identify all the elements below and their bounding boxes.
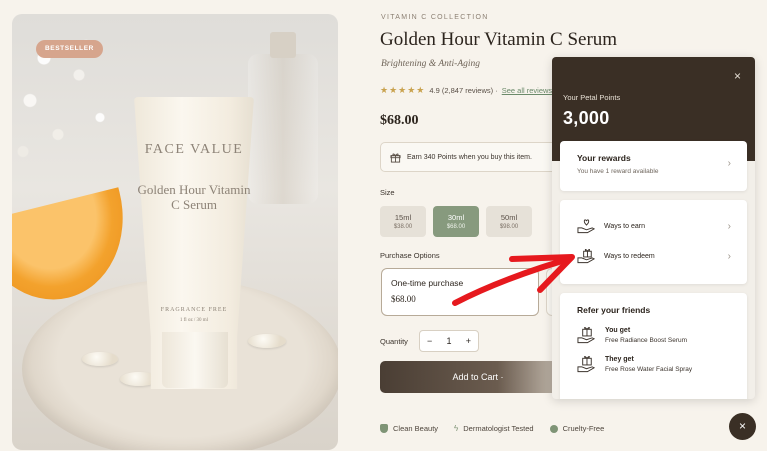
gift-hand-icon bbox=[577, 248, 596, 264]
lightning-icon: ϟ bbox=[454, 424, 459, 433]
heart-hand-icon bbox=[577, 219, 596, 234]
points-label: Your Petal Points bbox=[563, 93, 621, 102]
size-option-price: $98.00 bbox=[499, 224, 519, 230]
size-option-50ml[interactable]: 50ml $98.00 bbox=[486, 206, 532, 237]
one-time-purchase-option[interactable]: One-time purchase $68.00 bbox=[381, 268, 539, 316]
background-bottle bbox=[248, 32, 318, 204]
ways-to-redeem-label: Ways to redeem bbox=[604, 252, 655, 260]
size-option-price: $68.00 bbox=[446, 224, 466, 230]
ways-to-earn-row[interactable]: Ways to earn › bbox=[577, 214, 737, 238]
shield-icon bbox=[380, 424, 388, 433]
feature-dermatologist-tested: ϟ Dermatologist Tested bbox=[454, 424, 534, 433]
rating-text: 4.9 (2,847 reviews) · bbox=[429, 86, 498, 95]
quantity-decrease-button[interactable]: − bbox=[427, 336, 432, 346]
rating-row: ★★★★★ 4.9 (2,847 reviews) · See all revi… bbox=[380, 85, 552, 96]
rewards-title: Your rewards bbox=[577, 153, 631, 163]
purchase-option-price: $68.00 bbox=[391, 294, 416, 304]
rewards-subtitle: You have 1 reward available bbox=[577, 168, 659, 175]
they-get-row: They get Free Rose Water Facial Spray bbox=[577, 355, 730, 373]
purchase-option-title: One-time purchase bbox=[391, 278, 464, 288]
ways-to-earn-label: Ways to earn bbox=[604, 222, 645, 230]
close-icon[interactable]: × bbox=[734, 69, 741, 83]
quantity-value: 1 bbox=[446, 336, 452, 346]
they-get-label: They get bbox=[605, 355, 634, 363]
they-get-value: Free Rose Water Facial Spray bbox=[605, 365, 693, 373]
feature-clean-beauty: Clean Beauty bbox=[380, 424, 438, 433]
serum-tube-cap bbox=[162, 332, 228, 388]
size-option-price: $38.00 bbox=[393, 224, 413, 230]
size-option-15ml[interactable]: 15ml $38.00 bbox=[380, 206, 426, 237]
feature-label: Dermatologist Tested bbox=[463, 424, 534, 433]
purchase-options-label: Purchase Options bbox=[380, 251, 440, 260]
leaf-icon bbox=[549, 424, 558, 433]
feature-list: Clean Beauty ϟ Dermatologist Tested Crue… bbox=[380, 424, 604, 433]
quantity-label: Quantity bbox=[380, 337, 408, 346]
size-option-size: 15ml bbox=[394, 213, 412, 222]
your-rewards-card[interactable]: Your rewards You have 1 reward available… bbox=[560, 141, 747, 191]
collection-label: VITAMIN C COLLECTION bbox=[381, 14, 489, 21]
product-image: FACE VALUE Golden Hour Vitamin C Serum F… bbox=[12, 14, 338, 450]
you-get-label: You get bbox=[605, 326, 631, 334]
tube-size-text: 1 fl oz / 30 ml bbox=[179, 318, 209, 323]
points-value: 3,000 bbox=[563, 108, 610, 128]
feature-label: Clean Beauty bbox=[393, 424, 439, 433]
product-subtitle: Brightening & Anti-Aging bbox=[381, 59, 481, 69]
refer-title: Refer your friends bbox=[577, 305, 651, 315]
gift-icon bbox=[390, 152, 401, 163]
bestseller-badge: BESTSELLER bbox=[36, 40, 103, 58]
chevron-right-icon: › bbox=[727, 158, 731, 169]
refer-friends-card: Refer your friends You get Free Radiance… bbox=[560, 293, 747, 399]
see-all-reviews-link[interactable]: See all reviews bbox=[502, 86, 552, 95]
chevron-right-icon: › bbox=[727, 220, 731, 232]
tube-brand-text: FACE VALUE bbox=[144, 142, 244, 157]
chevron-right-icon: › bbox=[727, 250, 731, 262]
feature-cruelty-free: Cruelty-Free bbox=[549, 424, 605, 433]
rewards-panel: × Your Petal Points 3,000 Your rewards Y… bbox=[552, 57, 755, 399]
product-price: $68.00 bbox=[380, 113, 419, 128]
ways-to-redeem-row[interactable]: Ways to redeem › bbox=[577, 244, 737, 268]
size-option-size: 50ml bbox=[500, 213, 518, 222]
quantity-increase-button[interactable]: + bbox=[466, 336, 471, 346]
feature-label: Cruelty-Free bbox=[562, 424, 605, 433]
size-option-30ml[interactable]: 30ml $68.00 bbox=[433, 206, 479, 237]
close-rewards-launcher-button[interactable]: × bbox=[729, 413, 756, 440]
gift-hand-icon bbox=[577, 356, 596, 373]
star-rating-icon: ★★★★★ bbox=[380, 85, 426, 95]
product-title: Golden Hour Vitamin C Serum bbox=[380, 29, 618, 50]
serum-drop bbox=[248, 334, 286, 348]
tube-fragrance-free-text: FRAGRANCE FREE bbox=[160, 307, 228, 313]
add-to-cart-button[interactable]: Add to Cart · bbox=[380, 361, 576, 393]
gift-hand-icon bbox=[577, 327, 596, 344]
ways-card: Ways to earn › Ways to redeem › bbox=[560, 200, 747, 284]
tube-name-text: Golden Hour Vitamin C Serum bbox=[137, 182, 251, 212]
quantity-stepper[interactable]: − 1 + bbox=[419, 330, 479, 352]
you-get-value: Free Radiance Boost Serum bbox=[605, 336, 688, 344]
earn-points-text: Earn 340 Points when you buy this item. bbox=[407, 153, 532, 161]
you-get-row: You get Free Radiance Boost Serum bbox=[577, 326, 730, 344]
serum-drop bbox=[82, 352, 118, 366]
size-option-size: 30ml bbox=[447, 213, 465, 222]
size-label: Size bbox=[380, 188, 395, 197]
earn-points-banner: Earn 340 Points when you buy this item. bbox=[380, 142, 560, 172]
